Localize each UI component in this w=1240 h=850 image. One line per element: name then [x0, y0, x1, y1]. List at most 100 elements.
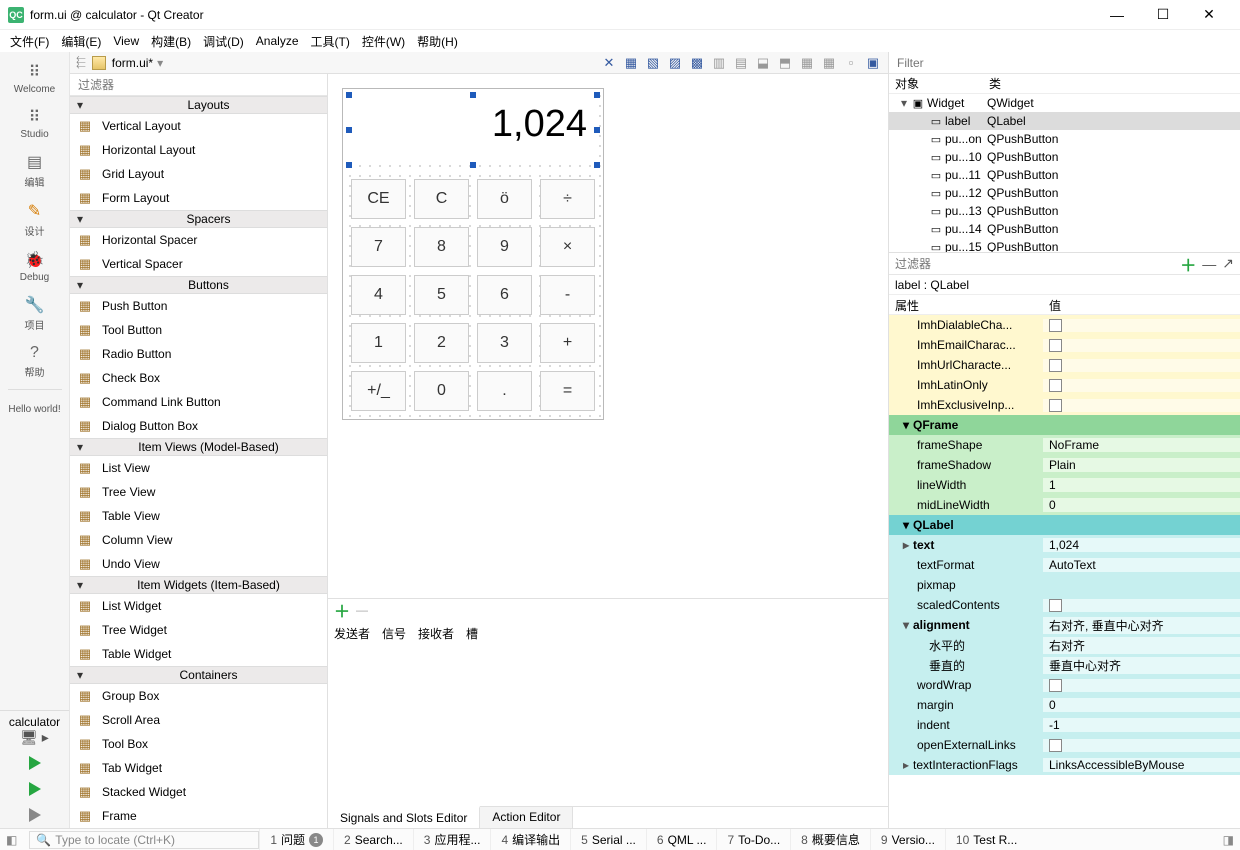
widget-item[interactable]: ▦Table Widget	[70, 642, 327, 666]
break-layout-icon[interactable]: ▫	[842, 54, 860, 72]
layout-form-icon[interactable]: ▦	[820, 54, 838, 72]
mode-帮助[interactable]: ?帮助	[0, 338, 70, 385]
property-row[interactable]: indent-1	[889, 715, 1240, 735]
property-row[interactable]: pixmap	[889, 575, 1240, 595]
menu-item[interactable]: View	[113, 34, 139, 48]
menu-item[interactable]: 构建(B)	[151, 33, 191, 50]
object-row[interactable]: ▭pu...14QPushButton	[889, 220, 1240, 238]
widget-item[interactable]: ▦Group Box	[70, 684, 327, 708]
object-row[interactable]: ▭pu...15QPushButton	[889, 238, 1240, 252]
widget-group[interactable]: ▾Item Widgets (Item-Based)	[70, 576, 327, 594]
calc-key[interactable]: 0	[414, 371, 469, 411]
property-row[interactable]: ▾alignment右对齐, 垂直中心对齐	[889, 615, 1240, 635]
checkbox[interactable]	[1049, 339, 1062, 352]
output-pane-tab[interactable]: 7 To-Do...	[716, 829, 790, 850]
widget-item[interactable]: ▦Tool Button	[70, 318, 327, 342]
edit-widgets-icon[interactable]: ▦	[622, 54, 640, 72]
property-row[interactable]: frameShapeNoFrame	[889, 435, 1240, 455]
menu-item[interactable]: 工具(T)	[311, 33, 350, 50]
widget-item[interactable]: ▦Table View	[70, 504, 327, 528]
layout-h-icon[interactable]: ▥	[710, 54, 728, 72]
property-row[interactable]: midLineWidth0	[889, 495, 1240, 515]
property-row[interactable]: ImhLatinOnly	[889, 375, 1240, 395]
build-button[interactable]	[0, 802, 69, 828]
output-pane-tab[interactable]: 1 问题 1	[259, 829, 333, 850]
object-row[interactable]: ▭pu...10QPushButton	[889, 148, 1240, 166]
object-filter-input[interactable]	[889, 52, 1240, 73]
edit-buddies-icon[interactable]: ▨	[666, 54, 684, 72]
form-widget[interactable]: 1,024 CECö÷789×456-123++/_0.=	[342, 88, 604, 420]
widget-item[interactable]: ▦Grid Layout	[70, 162, 327, 186]
calc-key[interactable]: 2	[414, 323, 469, 363]
design-canvas-area[interactable]: 1,024 CECö÷789×456-123++/_0.=	[328, 74, 888, 598]
widgetbox-filter-input[interactable]	[70, 74, 327, 95]
signal-column[interactable]: 接收者	[418, 625, 454, 642]
property-group[interactable]: ▾QFrame	[889, 415, 1240, 435]
calc-key[interactable]: ö	[477, 179, 532, 219]
checkbox[interactable]	[1049, 739, 1062, 752]
layout-v-icon[interactable]: ▤	[732, 54, 750, 72]
adjust-size-icon[interactable]: ▣	[864, 54, 882, 72]
close-output-icon[interactable]: ◨	[1217, 833, 1240, 847]
calc-key[interactable]: 7	[351, 227, 406, 267]
widget-item[interactable]: ▦Command Link Button	[70, 390, 327, 414]
widget-item[interactable]: ▦Dialog Button Box	[70, 414, 327, 438]
property-row[interactable]: ImhUrlCharacte...	[889, 355, 1240, 375]
property-row[interactable]: 垂直的垂直中心对齐	[889, 655, 1240, 675]
signal-column[interactable]: 槽	[466, 625, 478, 642]
settings-icon[interactable]: ↗	[1222, 255, 1234, 272]
layout-hsplit-icon[interactable]: ⬓	[754, 54, 772, 72]
run-debug-button[interactable]	[0, 776, 69, 802]
output-pane-tab[interactable]: 10 Test R...	[945, 829, 1027, 850]
remove-connection-button[interactable]: —	[356, 603, 368, 617]
widget-item[interactable]: ▦Tool Box	[70, 732, 327, 756]
add-property-button[interactable]: ＋	[1180, 252, 1196, 276]
widget-item[interactable]: ▦Check Box	[70, 366, 327, 390]
output-pane-tab[interactable]: 2 Search...	[333, 829, 413, 850]
remove-property-button[interactable]: —	[1202, 256, 1216, 272]
property-row[interactable]: ImhExclusiveInp...	[889, 395, 1240, 415]
object-row[interactable]: ▾▣WidgetQWidget	[889, 94, 1240, 112]
property-row[interactable]: 水平的右对齐	[889, 635, 1240, 655]
calc-key[interactable]: =	[540, 371, 595, 411]
calc-key[interactable]: +	[540, 323, 595, 363]
edit-signals-icon[interactable]: ▧	[644, 54, 662, 72]
output-pane-tab[interactable]: 3 应用程...	[413, 829, 491, 850]
object-inspector[interactable]: 对象 类 ▾▣WidgetQWidget▭labelQLabel▭pu...on…	[889, 74, 1240, 252]
checkbox[interactable]	[1049, 679, 1062, 692]
checkbox[interactable]	[1049, 379, 1062, 392]
widget-item[interactable]: ▦Horizontal Layout	[70, 138, 327, 162]
mode-编辑[interactable]: ▤编辑	[0, 146, 70, 195]
signal-column[interactable]: 信号	[382, 625, 406, 642]
property-row[interactable]: ▸textInteractionFlagsLinksAccessibleByMo…	[889, 755, 1240, 775]
menu-item[interactable]: 帮助(H)	[417, 33, 458, 50]
property-row[interactable]: ▸text1,024	[889, 535, 1240, 555]
mode-studio[interactable]: ⠿Studio	[0, 101, 70, 146]
mode-welcome[interactable]: ⠿Welcome	[0, 56, 70, 101]
maximize-button[interactable]: ☐	[1140, 0, 1186, 30]
prop-col-name[interactable]: 属性	[889, 295, 1043, 314]
calc-key[interactable]: 8	[414, 227, 469, 267]
object-row[interactable]: ▭labelQLabel	[889, 112, 1240, 130]
property-row[interactable]: ImhDialableCha...	[889, 315, 1240, 335]
close-button[interactable]: ✕	[1186, 0, 1232, 30]
calc-key[interactable]: 6	[477, 275, 532, 315]
menu-item[interactable]: Analyze	[256, 34, 299, 48]
property-row[interactable]: margin0	[889, 695, 1240, 715]
property-row[interactable]: ImhEmailCharac...	[889, 335, 1240, 355]
widget-item[interactable]: ▦Frame	[70, 804, 327, 828]
mode-设计[interactable]: ✎设计	[0, 195, 70, 244]
calc-key[interactable]: ×	[540, 227, 595, 267]
obj-col-object[interactable]: 对象	[889, 75, 983, 92]
project-selector[interactable]: calculator🖥 ▸	[0, 710, 69, 750]
output-pane-tab[interactable]: 8 概要信息	[790, 829, 870, 850]
widget-item[interactable]: ▦Stacked Widget	[70, 780, 327, 804]
mode-debug[interactable]: 🐞Debug	[0, 244, 70, 289]
widget-item[interactable]: ▦Undo View	[70, 552, 327, 576]
widget-item[interactable]: ▦Radio Button	[70, 342, 327, 366]
property-row[interactable]: lineWidth1	[889, 475, 1240, 495]
widget-item[interactable]: ▦List Widget	[70, 594, 327, 618]
calc-key[interactable]: ÷	[540, 179, 595, 219]
property-row[interactable]: openExternalLinks	[889, 735, 1240, 755]
locator-input[interactable]: 🔍 Type to locate (Ctrl+K)	[29, 831, 259, 849]
